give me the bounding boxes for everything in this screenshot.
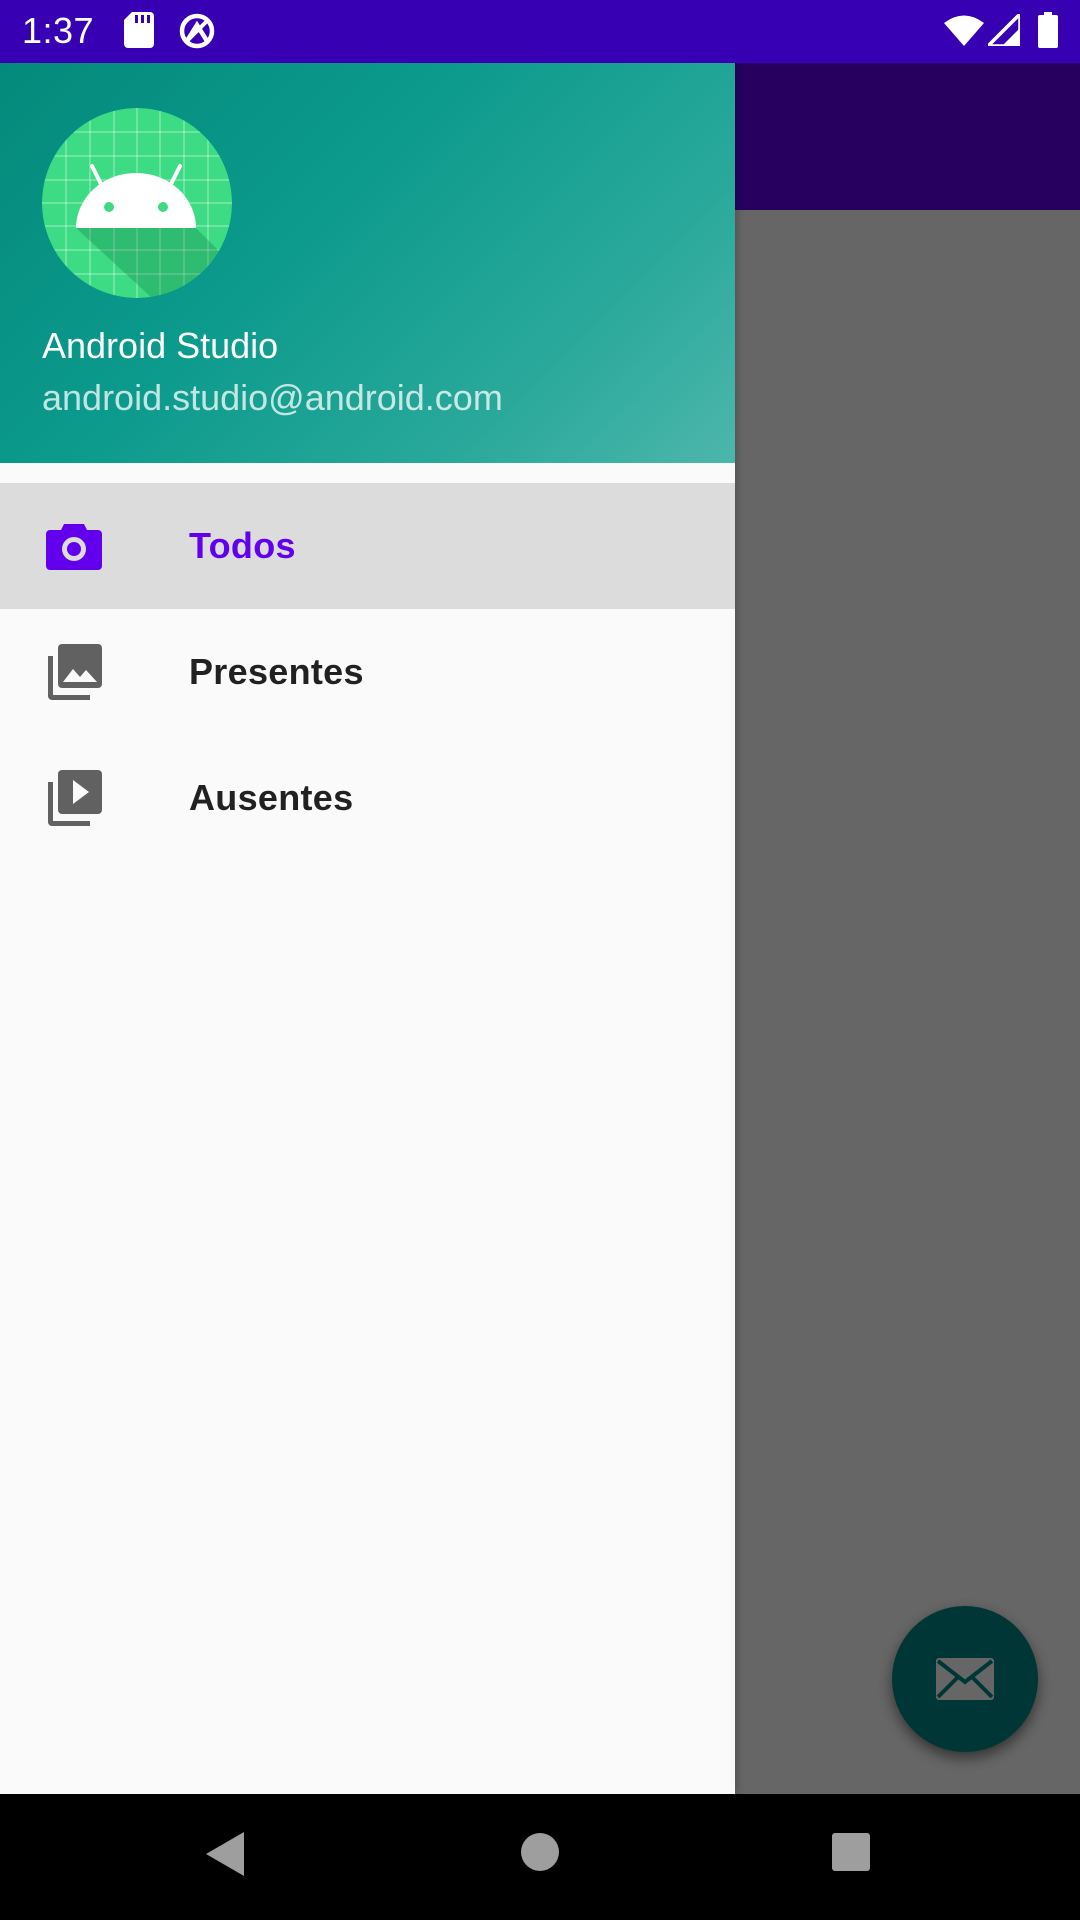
navigation-bar xyxy=(0,1794,1080,1920)
drawer-header: Android Studio android.studio@android.co… xyxy=(0,63,735,463)
wifi-icon xyxy=(944,15,984,46)
status-time: 1:37 xyxy=(22,10,95,51)
status-bar: 1:37 xyxy=(0,0,1080,63)
vpn-icon xyxy=(179,13,215,49)
android-icon xyxy=(42,108,232,298)
sd-card-icon xyxy=(124,12,154,48)
camera-icon xyxy=(46,524,102,570)
back-icon[interactable] xyxy=(204,1830,246,1878)
home-icon[interactable] xyxy=(520,1832,560,1872)
drawer-menu: Todos Presentes Ausentes xyxy=(0,483,735,861)
menu-item-label: Presentes xyxy=(189,651,364,692)
user-email: android.studio@android.com xyxy=(42,377,503,418)
navigation-drawer: Android Studio android.studio@android.co… xyxy=(0,63,735,1794)
user-name: Android Studio xyxy=(42,325,279,366)
menu-item-label: Ausentes xyxy=(189,777,354,818)
video-library-icon xyxy=(48,770,102,826)
menu-item-presentes[interactable]: Presentes xyxy=(0,609,735,735)
menu-item-ausentes[interactable]: Ausentes xyxy=(0,735,735,861)
signal-icon xyxy=(988,14,1020,46)
screen: 1:37 Android Studio android.studio@andro… xyxy=(0,0,1080,1920)
menu-item-label: Todos xyxy=(189,525,296,566)
menu-item-todos[interactable]: Todos xyxy=(0,483,735,609)
recents-icon[interactable] xyxy=(831,1832,871,1872)
battery-icon xyxy=(1038,12,1058,48)
photo-library-icon xyxy=(48,644,102,700)
avatar[interactable] xyxy=(42,108,232,298)
